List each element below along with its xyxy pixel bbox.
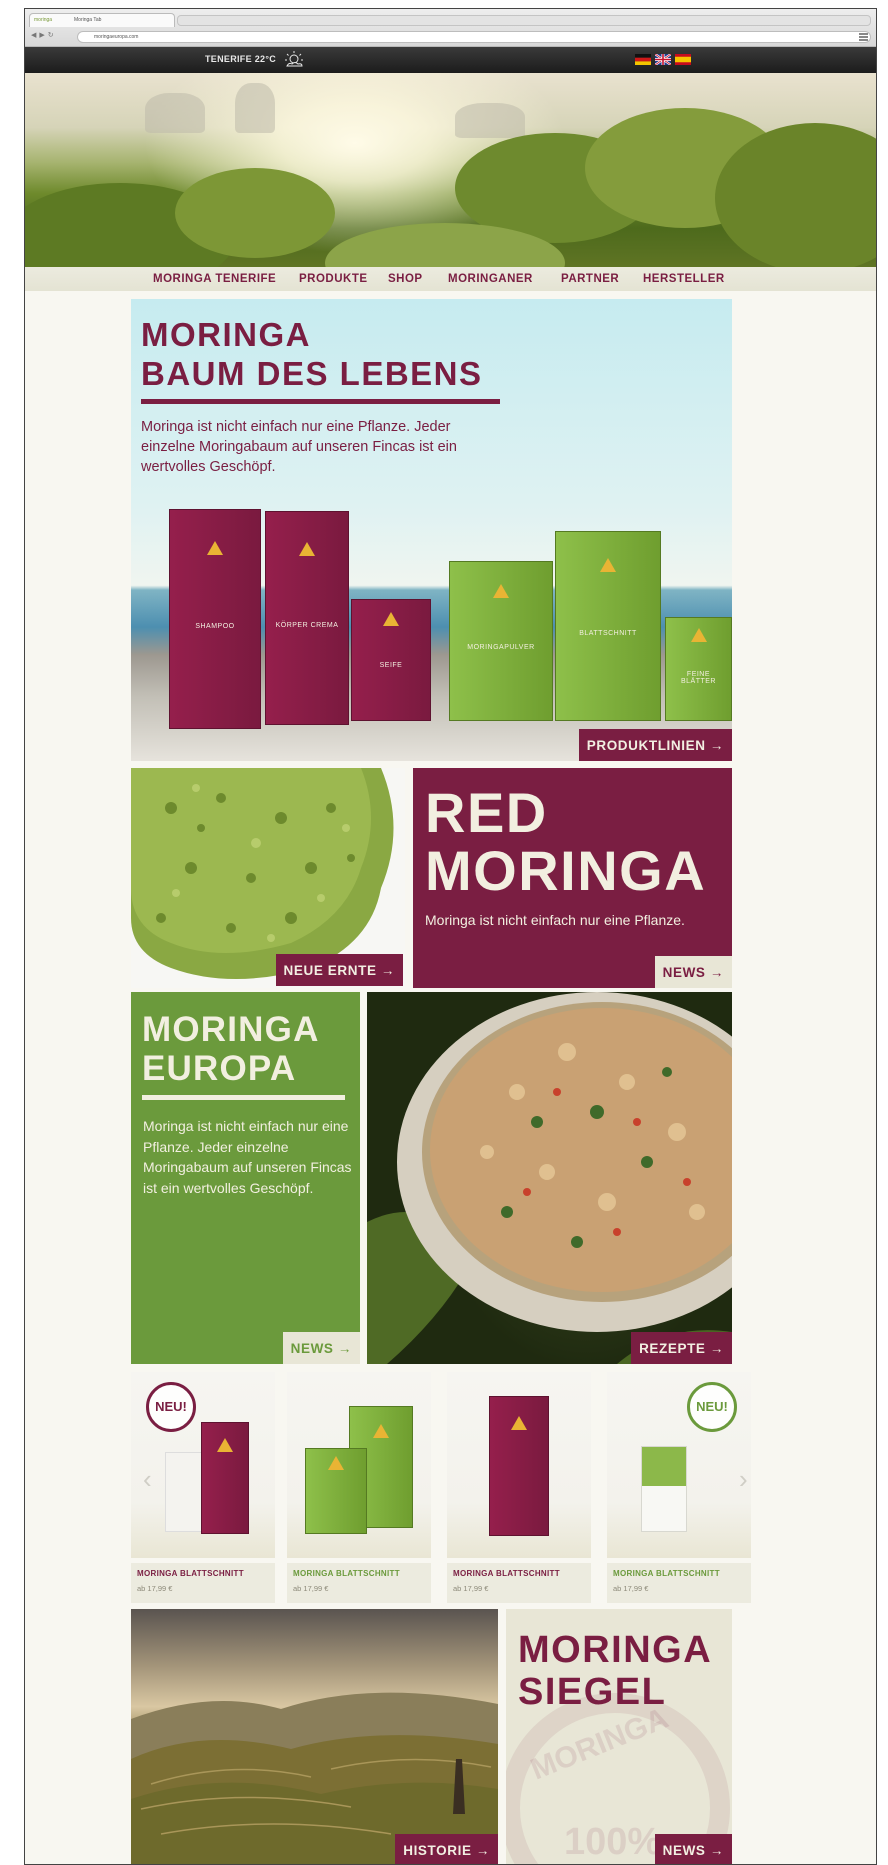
tile-text: Moringa ist nicht einfach nur eine Pflan…	[141, 419, 457, 475]
historie-button[interactable]: HISTORIE →	[395, 1834, 498, 1864]
product-image	[305, 1448, 367, 1534]
tile-text: Moringa ist nicht einfach nur eine Pflan…	[425, 912, 685, 928]
product-box-feine-blaetter: FEINE BLÄTTER	[665, 617, 732, 721]
product-name[interactable]: MORINGA BLATTSCHNITT	[293, 1569, 400, 1578]
product-box-koerper-crema: KÖRPER CREMA	[265, 511, 349, 725]
product-price: ab 17,99 €	[293, 1584, 329, 1593]
seal-percent: 100%	[564, 1821, 662, 1863]
moringa-europa-tile: MORINGA EUROPA Moringa ist nicht einfach…	[131, 992, 360, 1364]
product-price: ab 17,99 €	[137, 1584, 173, 1593]
product-name[interactable]: MORINGA BLATTSCHNITT	[137, 1569, 244, 1578]
es-flag-icon[interactable]	[675, 54, 691, 65]
browser-nav-buttons[interactable]: ◀▶↻	[31, 31, 57, 39]
product-price: ab 17,99 €	[453, 1584, 489, 1593]
news-button[interactable]: NEWS →	[282, 1332, 360, 1364]
product-name[interactable]: MORINGA BLATTSCHNITT	[453, 1569, 560, 1578]
news-button[interactable]: NEWS →	[654, 1834, 732, 1864]
product-label: MORINGA BLATTSCHNITT ab 17,99 €	[287, 1563, 431, 1603]
nav-item-hersteller[interactable]: HERSTELLER	[643, 273, 725, 285]
tab-title: Moringa Tab	[74, 17, 102, 23]
tile-text: Moringa ist nicht einfach nur eine Pflan…	[143, 1118, 352, 1196]
new-badge: NEU!	[687, 1382, 737, 1432]
nav-item-shop[interactable]: SHOP	[388, 273, 423, 285]
produktlinien-button[interactable]: PRODUKTLINIEN →	[578, 729, 732, 761]
product-box-blattschnitt: BLATTSCHNITT	[555, 531, 661, 721]
baum-des-lebens-tile: MORINGA BAUM DES LEBENS Moringa ist nich…	[131, 299, 732, 761]
product-card[interactable]	[287, 1372, 431, 1558]
terraced-landscape-image	[131, 1692, 498, 1864]
title-underline	[142, 1095, 345, 1100]
nav-item-moringaner[interactable]: MORINGANER	[448, 273, 533, 285]
neue-ernte-tile: NEUE ERNTE →	[131, 768, 405, 988]
product-box-moringapulver: MORINGAPULVER	[449, 561, 553, 721]
favicon: moringa	[34, 17, 53, 23]
red-moringa-tile: RED MORINGA Moringa ist nicht einfach nu…	[413, 768, 732, 988]
product-image	[641, 1446, 687, 1532]
tab-strip	[177, 15, 871, 26]
product-label: MORINGA BLATTSCHNITT ab 17,99 €	[607, 1563, 751, 1603]
de-flag-icon[interactable]	[635, 54, 651, 65]
url-text: moringaeuropa.com	[94, 34, 139, 40]
language-selector	[635, 54, 691, 65]
product-card[interactable]: NEU!	[131, 1372, 275, 1558]
nav-item-partner[interactable]: PARTNER	[561, 273, 619, 285]
browser-chrome: moringa Moringa Tab ◀▶↻ moringaeuropa.co…	[25, 9, 876, 47]
historie-tile: HISTORIE →	[131, 1609, 498, 1864]
product-card[interactable]	[447, 1372, 591, 1558]
browser-window: moringa Moringa Tab ◀▶↻ moringaeuropa.co…	[24, 8, 877, 1865]
title-underline	[141, 399, 500, 404]
chevron-right-icon[interactable]: ›	[739, 1464, 748, 1495]
product-image	[201, 1422, 249, 1534]
browser-tab[interactable]: moringa Moringa Tab	[29, 13, 175, 27]
tile-title: MORINGA BAUM DES LEBENS	[141, 316, 483, 392]
rezepte-button[interactable]: REZEPTE →	[631, 1332, 732, 1364]
new-badge: NEU!	[146, 1382, 196, 1432]
neue-ernte-button[interactable]: NEUE ERNTE →	[275, 954, 403, 986]
hero-banner-image	[25, 73, 876, 267]
product-price: ab 17,99 €	[613, 1584, 649, 1593]
product-box-seife: SEIFE	[351, 599, 431, 721]
main-navigation: MORINGA TENERIFE PRODUKTE SHOP MORINGANE…	[25, 267, 876, 291]
chevron-left-icon[interactable]: ‹	[143, 1464, 152, 1495]
moringa-siegel-tile: MORINGA 100% MORINGA SIEGEL NEWS →	[506, 1609, 732, 1864]
news-button[interactable]: NEWS →	[654, 956, 732, 988]
quinoa-bowl-image	[367, 992, 732, 1364]
rezepte-tile: REZEPTE →	[367, 992, 732, 1364]
tile-title: MORINGA EUROPA	[142, 1010, 320, 1088]
top-bar: TENERIFE 22°C	[25, 47, 876, 73]
product-box-shampoo: SHAMPOO	[169, 509, 261, 729]
nav-item-moringa-tenerife[interactable]: MORINGA TENERIFE	[153, 273, 276, 285]
sun-cloud-icon	[285, 51, 303, 67]
browser-menu-icon[interactable]	[859, 33, 868, 41]
product-label: MORINGA BLATTSCHNITT ab 17,99 €	[131, 1563, 275, 1603]
product-image	[489, 1396, 549, 1536]
weather-label: TENERIFE 22°C	[205, 54, 277, 64]
nav-item-produkte[interactable]: PRODUKTE	[299, 273, 368, 285]
tile-title: MORINGA SIEGEL	[518, 1629, 713, 1713]
address-bar[interactable]: moringaeuropa.com	[77, 31, 871, 43]
product-label: MORINGA BLATTSCHNITT ab 17,99 €	[447, 1563, 591, 1603]
product-card[interactable]: NEU!	[607, 1372, 751, 1558]
uk-flag-icon[interactable]	[655, 54, 671, 65]
tile-title: RED MORINGA	[425, 781, 707, 902]
product-name[interactable]: MORINGA BLATTSCHNITT	[613, 1569, 720, 1578]
